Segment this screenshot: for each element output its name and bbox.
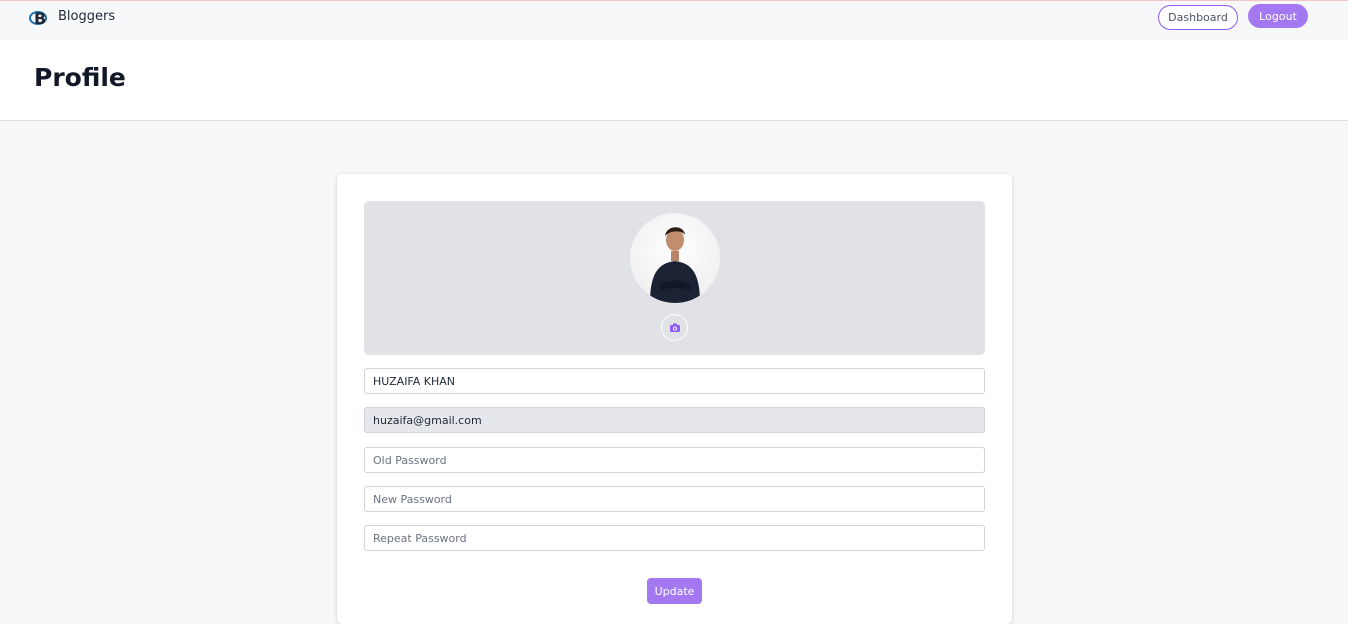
- svg-text:B: B: [34, 9, 46, 27]
- logout-button[interactable]: Logout: [1248, 4, 1308, 28]
- brand-name: Bloggers: [58, 8, 116, 24]
- repeat-password-field[interactable]: [364, 525, 985, 551]
- person-photo-icon: [650, 227, 700, 303]
- update-button[interactable]: Update: [647, 578, 702, 604]
- profile-cover: [364, 201, 985, 355]
- page-header: Profile: [0, 40, 1348, 121]
- change-photo-button[interactable]: [661, 314, 688, 341]
- old-password-field[interactable]: [364, 447, 985, 473]
- brand-logo-icon: B: [29, 9, 47, 27]
- profile-card: Update: [337, 174, 1012, 624]
- brand[interactable]: B Bloggers: [29, 7, 115, 27]
- dashboard-button[interactable]: Dashboard: [1158, 5, 1238, 30]
- page-title: Profile: [34, 63, 126, 92]
- new-password-field[interactable]: [364, 486, 985, 512]
- top-navbar: B Bloggers Dashboard Logout: [0, 0, 1348, 40]
- name-field[interactable]: [364, 368, 985, 394]
- email-field: [364, 407, 985, 433]
- camera-icon: [669, 323, 680, 332]
- avatar: [630, 213, 720, 303]
